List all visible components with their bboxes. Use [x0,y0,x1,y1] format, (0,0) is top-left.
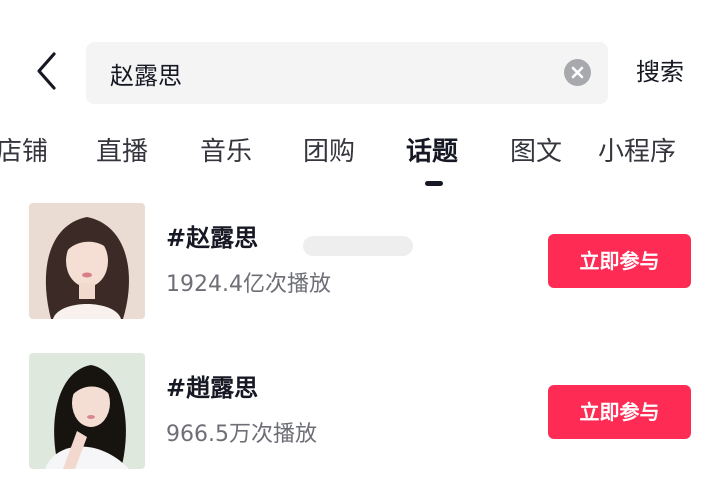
tab-group-buy[interactable]: 团购 [303,134,355,170]
tab-mini-programs[interactable]: 小程序 [598,134,676,170]
topic-thumbnail [29,203,145,319]
clear-search-button[interactable] [564,59,591,86]
play-count: 966.5万次播放 [166,422,317,447]
clear-icon [571,66,584,79]
topic-result-row[interactable]: #赵露思 1924.4亿次播放 立即参与 [0,203,720,321]
back-button[interactable] [28,48,68,94]
search-submit-button[interactable]: 搜索 [636,54,684,90]
search-header: 搜索 [0,0,720,110]
tab-image-text[interactable]: 图文 [510,134,562,170]
join-topic-button[interactable]: 立即参与 [548,234,691,288]
topic-thumbnail [29,353,145,469]
category-tabs: 店铺 直播 音乐 团购 话题 图文 小程序 [0,126,720,190]
topic-result-row[interactable]: #趙露思 966.5万次播放 立即参与 [0,353,720,471]
tab-shops[interactable]: 店铺 [0,134,48,170]
join-topic-button[interactable]: 立即参与 [548,385,691,439]
search-box[interactable] [86,42,608,104]
topic-title: #赵露思 [166,224,259,252]
tab-music[interactable]: 音乐 [200,134,252,170]
search-input[interactable] [110,42,550,104]
tab-topics[interactable]: 话题 [406,134,458,170]
topic-title: #趙露思 [166,374,259,402]
play-count: 1924.4亿次播放 [166,272,331,297]
back-arrow-icon [37,52,56,90]
active-tab-indicator [425,181,443,186]
tab-live[interactable]: 直播 [96,134,148,170]
